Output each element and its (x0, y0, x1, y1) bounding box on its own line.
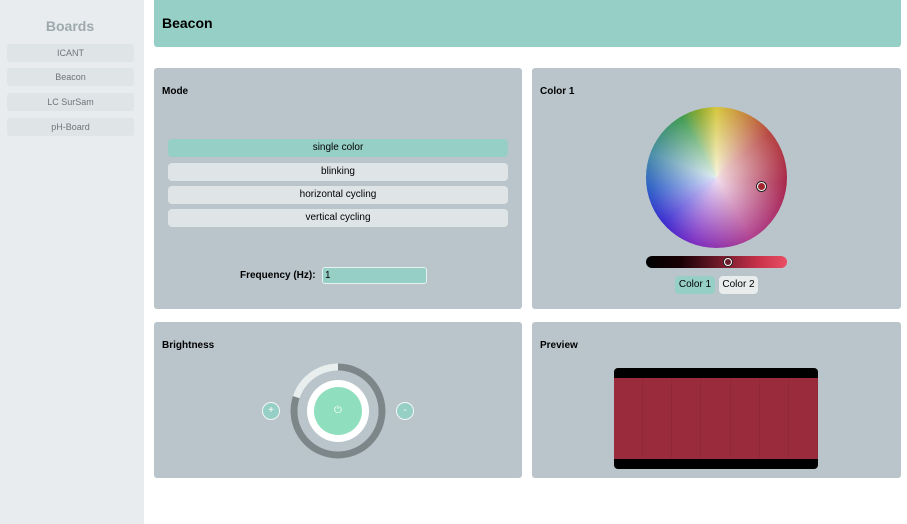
frequency-input[interactable] (322, 267, 427, 284)
brightness-plus-button[interactable]: + (262, 402, 280, 420)
led-segment (672, 378, 702, 459)
mode-panel-title: Mode (162, 86, 189, 97)
mode-panel: Mode single color blinking horizontal cy… (154, 68, 522, 309)
mode-horizontal-cycling-button[interactable]: horizontal cycling (168, 186, 508, 204)
frequency-label: Frequency (Hz): (240, 270, 316, 281)
led-segment (614, 378, 644, 459)
sidebar-title: Boards (45, 18, 95, 34)
sidebar-item-icant[interactable]: ICANT (7, 44, 134, 62)
led-segment (730, 378, 760, 459)
preview-panel: Preview (532, 322, 901, 478)
led-preview (614, 368, 818, 469)
brightness-panel-title: Brightness (162, 340, 215, 351)
color-2-tab[interactable]: Color 2 (719, 276, 758, 294)
color-panel: Color 1 Color 1 Color 2 (532, 68, 901, 309)
color-1-tab[interactable]: Color 1 (675, 276, 715, 294)
color-wheel-handle[interactable] (757, 182, 766, 191)
led-segment (759, 378, 789, 459)
mode-single-color-button[interactable]: single color (168, 139, 508, 157)
led-segment (643, 378, 673, 459)
power-icon: ⏻ (334, 405, 342, 416)
brightness-minus-button[interactable]: - (396, 402, 414, 420)
brightness-panel: Brightness + ⏻ - (154, 322, 522, 478)
sidebar: Boards ICANT Beacon LC SurSam pH-Board (0, 0, 144, 524)
led-strip (614, 378, 818, 459)
page-title: Beacon (162, 15, 213, 31)
led-segment (788, 378, 818, 459)
power-button[interactable]: ⏻ (314, 387, 362, 435)
color-value-slider[interactable] (646, 256, 787, 268)
mode-blinking-button[interactable]: blinking (168, 163, 508, 181)
color-wheel[interactable] (646, 107, 787, 248)
preview-panel-title: Preview (540, 340, 578, 351)
mode-vertical-cycling-button[interactable]: vertical cycling (168, 209, 508, 227)
led-segment (701, 378, 731, 459)
sidebar-item-ph-board[interactable]: pH-Board (7, 118, 134, 136)
sidebar-item-lc-sursam[interactable]: LC SurSam (7, 93, 134, 111)
sidebar-item-beacon[interactable]: Beacon (7, 68, 134, 86)
color-panel-title: Color 1 (540, 86, 575, 97)
page-header: Beacon (154, 0, 901, 47)
color-value-slider-handle[interactable] (724, 258, 732, 266)
